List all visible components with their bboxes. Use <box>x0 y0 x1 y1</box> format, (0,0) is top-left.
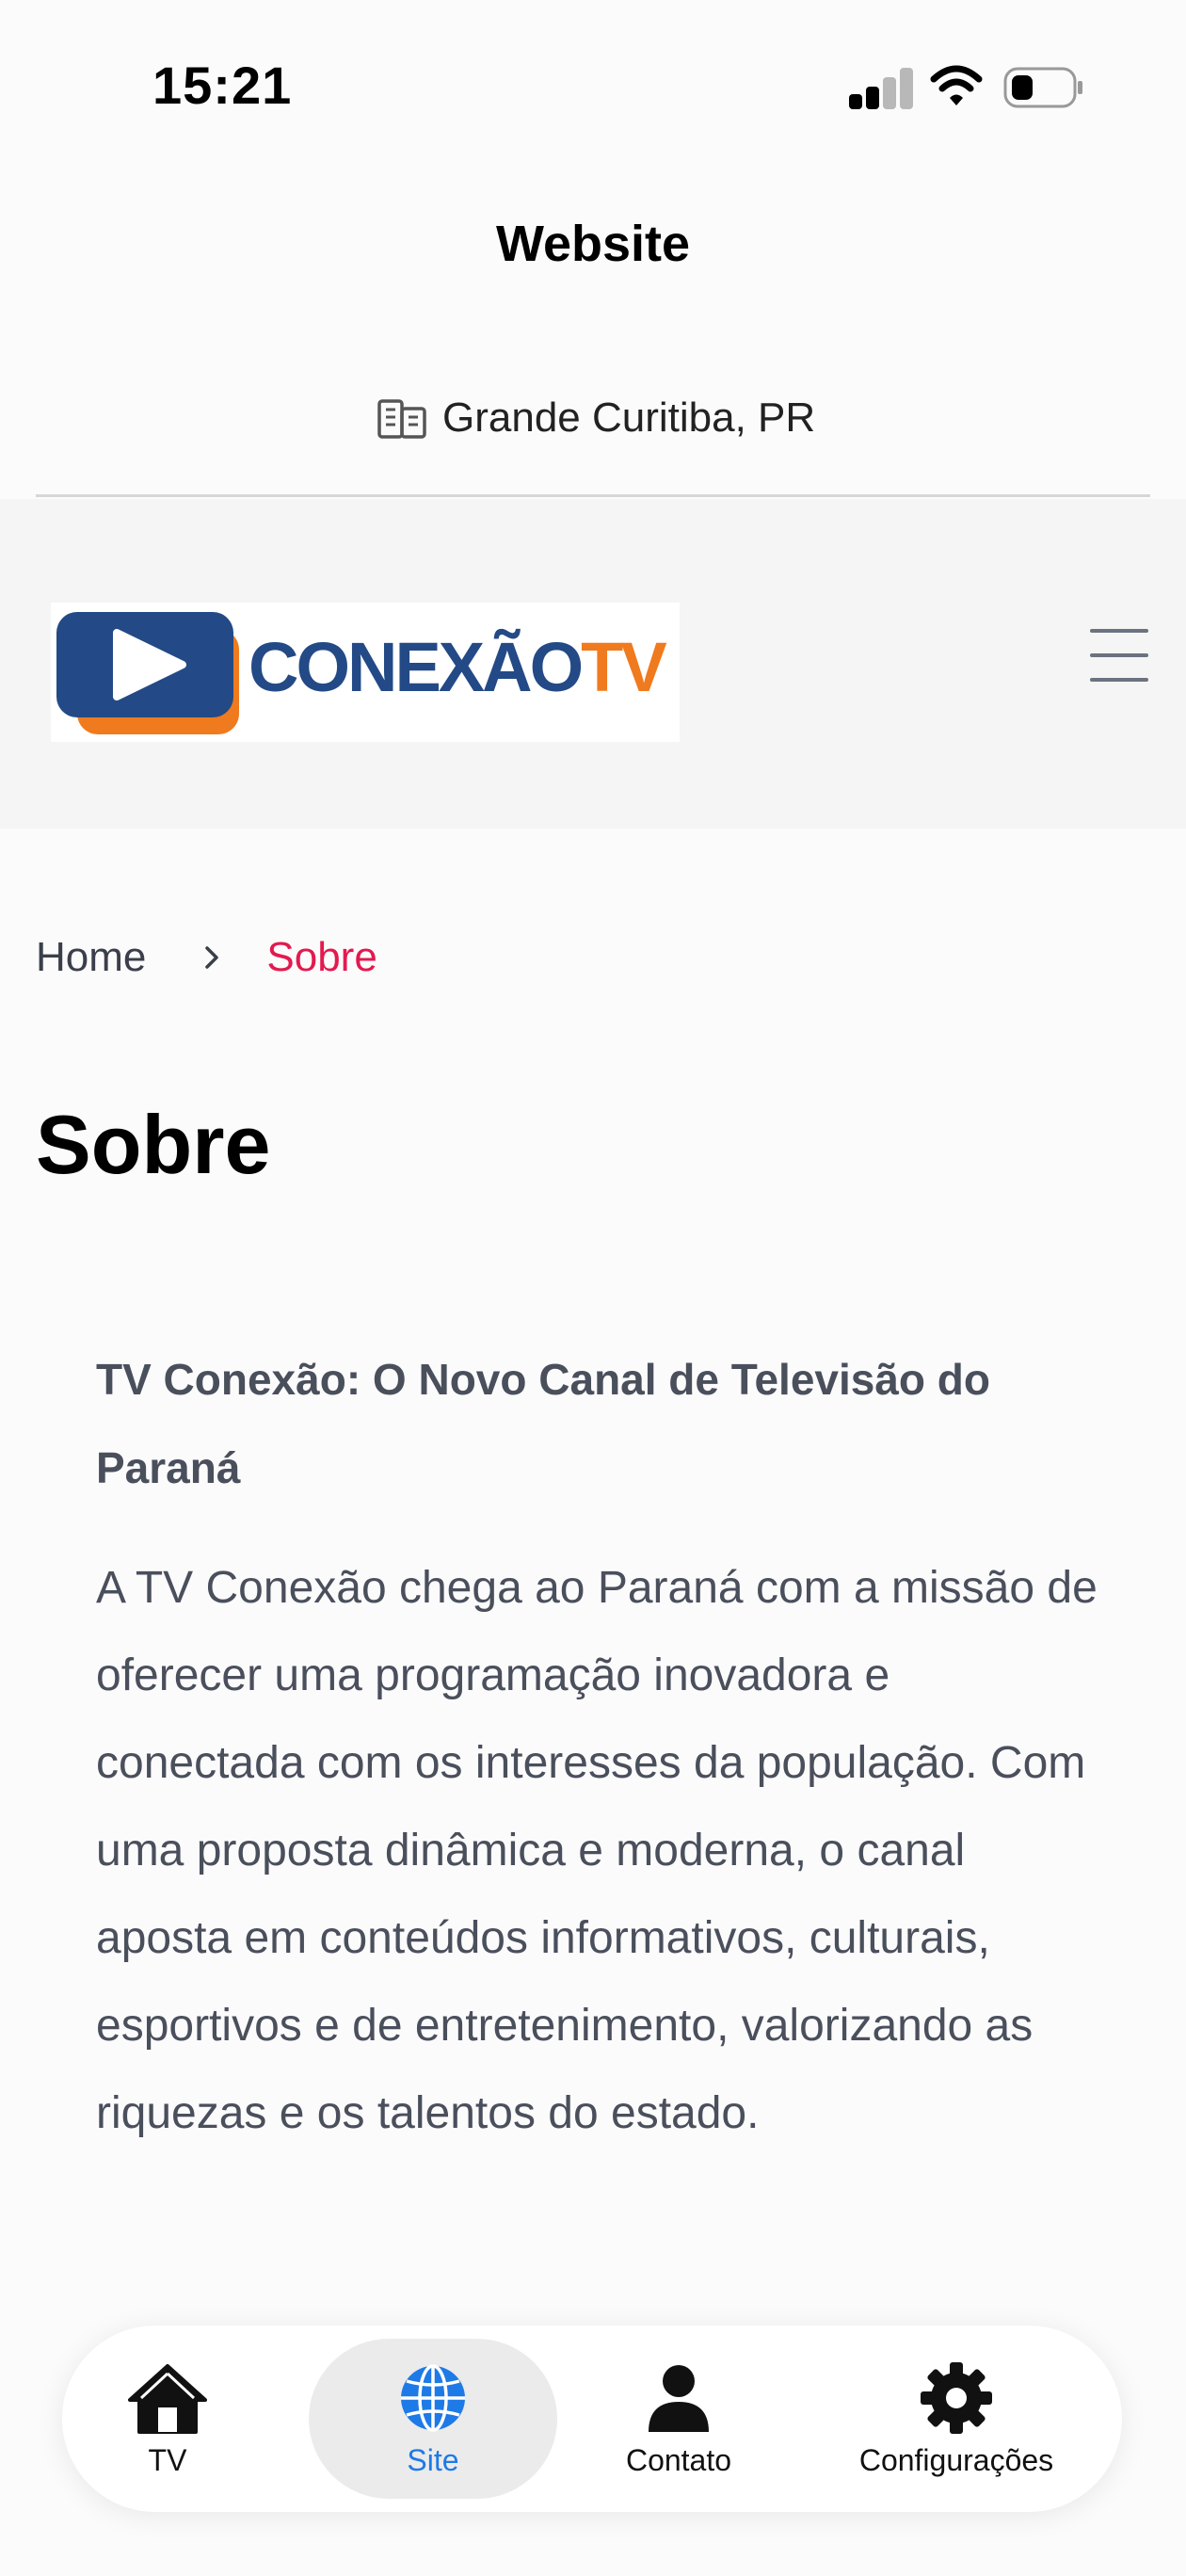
cellular-signal-icon <box>849 68 915 109</box>
battery-icon <box>1003 67 1082 108</box>
tab-tv[interactable]: TV <box>75 2339 260 2499</box>
article-heading: TV Conexão: O Novo Canal de Televisão do… <box>96 1355 991 1492</box>
article-content: TV Conexão: O Novo Canal de Televisão do… <box>96 1335 1103 2157</box>
play-logo-icon <box>56 612 239 734</box>
tab-configuracoes-label: Configurações <box>858 2442 1054 2477</box>
chevron-right-icon <box>205 946 219 969</box>
status-bar: 15:21 <box>0 0 1186 169</box>
house-icon <box>128 2363 207 2434</box>
logo-word-conexao: CONEXÃO <box>248 628 584 706</box>
wifi-icon <box>930 65 983 105</box>
hamburger-menu-button[interactable] <box>1090 629 1152 682</box>
tab-contato[interactable]: Contato <box>570 2339 787 2499</box>
page-title: Sobre <box>36 1098 271 1191</box>
nav-title: Website <box>495 216 691 272</box>
divider <box>36 494 1150 497</box>
tab-site-label: Site <box>407 2442 459 2477</box>
tab-configuracoes[interactable]: Configurações <box>815 2339 1098 2499</box>
tab-tv-label: TV <box>148 2442 187 2477</box>
breadcrumb-current: Sobre <box>266 934 377 980</box>
status-time: 15:21 <box>152 56 293 115</box>
article-paragraph: A TV Conexão chega ao Paraná com a missã… <box>96 1563 1098 2138</box>
location-text: Grande Curitiba, PR <box>442 394 816 441</box>
gear-icon <box>921 2361 992 2434</box>
conexao-tv-logo[interactable]: CONEXÃOTV <box>51 603 680 742</box>
bottom-tab-bar: TV Site Contato Configurações <box>62 2326 1122 2512</box>
logo-word-tv: TV <box>581 628 667 706</box>
location-selector[interactable]: Grande Curitiba, PR <box>377 388 873 448</box>
person-icon <box>649 2364 709 2432</box>
building-icon <box>377 399 426 439</box>
breadcrumb-home-link[interactable]: Home <box>36 934 146 981</box>
logo-wordmark: CONEXÃOTV <box>248 627 667 707</box>
globe-icon <box>401 2363 465 2432</box>
tab-contato-label: Contato <box>625 2442 732 2477</box>
site-header: CONEXÃOTV <box>0 499 1186 829</box>
breadcrumb: Home Sobre <box>36 934 377 981</box>
tab-site[interactable]: Site <box>309 2339 557 2499</box>
